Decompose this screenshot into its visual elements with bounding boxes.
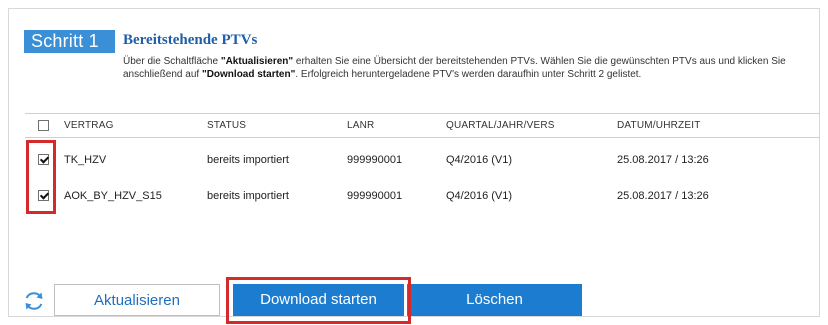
- cell-lanr: 999990001: [347, 154, 403, 166]
- column-header-quartal[interactable]: QUARTAL/JAHR/VERS: [446, 114, 555, 137]
- column-header-datum[interactable]: DATUM/UHRZEIT: [617, 114, 701, 137]
- cell-datum: 25.08.2017 / 13:26: [617, 190, 709, 202]
- aktualisieren-button[interactable]: Aktualisieren: [54, 284, 220, 316]
- description-text-1: Über die Schaltfläche: [123, 56, 221, 67]
- ptv-table: VERTRAG STATUS LANR QUARTAL/JAHR/VERS DA…: [25, 113, 820, 286]
- cell-datum: 25.08.2017 / 13:26: [617, 154, 709, 166]
- table-header: VERTRAG STATUS LANR QUARTAL/JAHR/VERS DA…: [25, 114, 820, 138]
- step-title: Bereitstehende PTVs: [123, 32, 258, 48]
- description-bold-download: "Download starten": [201, 69, 296, 80]
- cell-quartal: Q4/2016 (V1): [446, 190, 513, 202]
- column-header-status[interactable]: STATUS: [207, 114, 246, 137]
- cell-vertrag: TK_HZV: [64, 154, 107, 166]
- loeschen-button[interactable]: Löschen: [407, 284, 582, 316]
- cell-quartal: Q4/2016 (V1): [446, 154, 513, 166]
- cell-status: bereits importiert: [207, 154, 289, 166]
- table-row[interactable]: AOK_BY_HZV_S15 bereits importiert 999990…: [25, 186, 820, 206]
- description-text-3: . Erfolgreich heruntergeladene PTV's wer…: [295, 69, 642, 80]
- description-bold-aktualisieren: "Aktualisieren": [220, 56, 294, 67]
- cell-status: bereits importiert: [207, 190, 289, 202]
- download-highlight-frame: [226, 277, 411, 324]
- refresh-icon[interactable]: [22, 289, 46, 313]
- checkbox-highlight-frame: [26, 140, 56, 214]
- table-row[interactable]: TK_HZV bereits importiert 999990001 Q4/2…: [25, 150, 820, 170]
- cell-lanr: 999990001: [347, 190, 403, 202]
- step-description: Über die Schaltfläche "Aktualisieren" er…: [123, 55, 813, 81]
- step-badge: Schritt 1: [24, 30, 115, 53]
- column-header-lanr[interactable]: LANR: [347, 114, 374, 137]
- column-header-vertrag[interactable]: VERTRAG: [64, 114, 114, 137]
- select-all-checkbox[interactable]: [38, 120, 49, 131]
- cell-vertrag: AOK_BY_HZV_S15: [64, 190, 162, 202]
